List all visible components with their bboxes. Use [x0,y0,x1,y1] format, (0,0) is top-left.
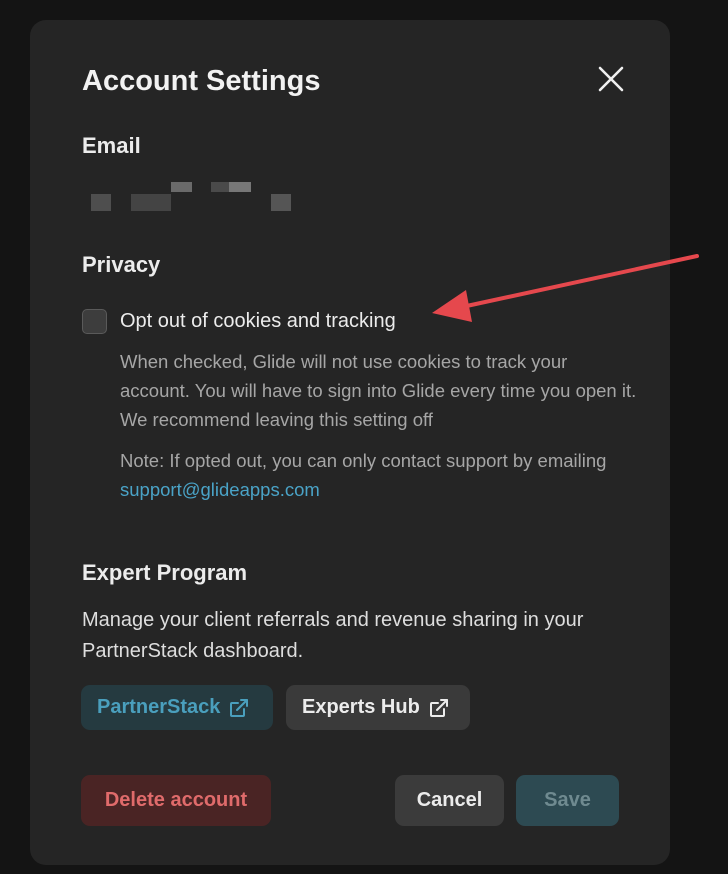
experts-hub-label: Experts Hub [302,696,420,718]
external-link-icon [428,697,450,719]
external-link-icon [228,697,250,719]
expert-program-heading: Expert Program [82,560,248,585]
partnerstack-button[interactable]: PartnerStack [81,685,273,730]
save-button[interactable]: Save [516,775,619,826]
close-icon [598,66,624,92]
dialog-title: Account Settings [82,65,321,97]
account-settings-dialog: Account Settings Email Privacy Opt out o… [30,20,670,865]
support-note-text: Note: If opted out, you can only contact… [120,450,607,471]
privacy-heading: Privacy [82,252,161,277]
support-email-link[interactable]: support@glideapps.com [120,479,320,500]
expert-program-description: Manage your client referrals and revenue… [82,609,584,662]
partnerstack-label: PartnerStack [97,696,221,718]
close-button[interactable] [592,60,630,98]
opt-out-checkbox[interactable] [82,309,107,334]
email-heading: Email [82,133,141,158]
opt-out-label[interactable]: Opt out of cookies and tracking [120,310,396,333]
experts-hub-button[interactable]: Experts Hub [286,685,470,730]
email-value-redacted [88,180,308,214]
cancel-button[interactable]: Cancel [395,775,504,826]
delete-account-button[interactable]: Delete account [81,775,271,826]
opt-out-description: When checked, Glide will not use cookies… [120,351,637,430]
support-note: Note: If opted out, you can only contact… [120,446,640,504]
